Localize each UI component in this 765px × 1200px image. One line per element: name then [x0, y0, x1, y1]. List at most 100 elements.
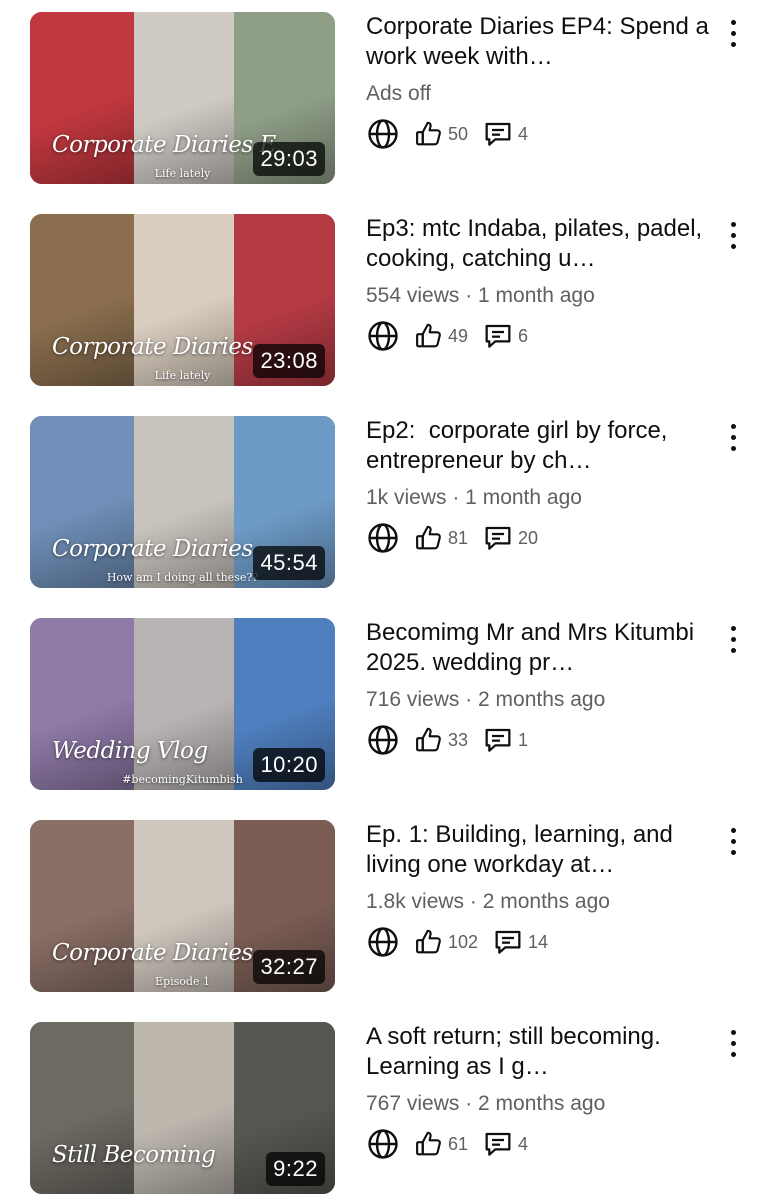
dot [731, 31, 736, 36]
dot [731, 828, 736, 833]
dot [731, 1052, 736, 1057]
more-options-icon[interactable] [722, 622, 746, 656]
thumbnail-panel [30, 214, 134, 386]
video-item[interactable]: Corporate Diaries How am I doing all thes… [0, 416, 765, 591]
dot [731, 1041, 736, 1046]
thumbnail-panel [133, 820, 235, 992]
video-meta: 1k views · 1 month ago [366, 486, 582, 509]
thumbs-up-icon [414, 725, 444, 755]
more-options-icon[interactable] [722, 1026, 746, 1060]
thumbnail-title: Corporate Diaries [52, 334, 253, 360]
video-title[interactable]: Ep. 1: Building, learning, and living on… [366, 820, 711, 880]
duration-badge: 29:03 [253, 142, 325, 176]
like-button[interactable]: 61 [414, 1129, 468, 1159]
thumbnail-panel [133, 618, 235, 790]
like-count: 49 [448, 325, 469, 346]
thumbnail-panel [30, 1022, 134, 1194]
video-meta: 716 views · 2 months ago [366, 688, 606, 711]
video-stats: 33 1 [366, 722, 528, 758]
video-thumbnail[interactable]: Corporate Diaries How am I doing all thes… [30, 416, 335, 588]
thumbnail-panel [30, 820, 134, 992]
dot [731, 626, 736, 631]
dot [731, 446, 736, 451]
dot [731, 20, 736, 25]
dot [731, 42, 736, 47]
like-button[interactable]: 81 [414, 523, 468, 553]
video-thumbnail[interactable]: Corporate Diaries Life lately 23:08 [30, 214, 335, 386]
dot [731, 424, 736, 429]
thumbnail-panel [30, 12, 134, 184]
globe-icon [366, 117, 400, 151]
comments-button[interactable]: 4 [482, 118, 528, 150]
comment-count: 6 [518, 325, 529, 346]
video-stats: 81 20 [366, 520, 538, 556]
globe-icon [366, 521, 400, 555]
video-thumbnail[interactable]: Corporate Diaries E Life lately 29:03 [30, 12, 335, 184]
comments-button[interactable]: 1 [482, 724, 528, 756]
thumbnail-panel [133, 214, 235, 386]
video-item[interactable]: Wedding Vlog #becomingKitumbish 10:20 Becom… [0, 618, 765, 793]
globe-icon [366, 723, 400, 757]
video-item[interactable]: Still Becoming 9:22 A soft return; still b… [0, 1022, 765, 1197]
comments-button[interactable]: 14 [492, 926, 548, 958]
like-count: 50 [448, 123, 469, 144]
video-meta: 554 views · 1 month ago [366, 284, 595, 307]
duration-badge: 45:54 [253, 546, 325, 580]
like-count: 33 [448, 729, 469, 750]
like-count: 81 [448, 527, 469, 548]
video-title[interactable]: Becomimg Mr and Mrs Kitumbi 2025. weddin… [366, 618, 711, 678]
video-title[interactable]: Ep3: mtc Indaba, pilates, padel, cooking… [366, 214, 711, 274]
video-thumbnail[interactable]: Still Becoming 9:22 [30, 1022, 335, 1194]
video-meta: Ads off [366, 82, 431, 105]
dot [731, 244, 736, 249]
video-item[interactable]: Corporate Diaries Episode 1 32:27 Ep. 1: Bu… [0, 820, 765, 995]
comment-count: 4 [518, 123, 529, 144]
video-item[interactable]: Corporate Diaries Life lately 23:08 Ep3: mt… [0, 214, 765, 389]
comment-count: 1 [518, 729, 529, 750]
dot [731, 637, 736, 642]
video-meta: 1.8k views · 2 months ago [366, 890, 610, 913]
thumbs-up-icon [414, 927, 444, 957]
more-options-icon[interactable] [722, 218, 746, 252]
thumbs-up-icon [414, 1129, 444, 1159]
like-button[interactable]: 49 [414, 321, 468, 351]
comment-icon [482, 1128, 514, 1160]
thumbs-up-icon [414, 119, 444, 149]
video-title[interactable]: Ep2: corporate girl by force, entreprene… [366, 416, 711, 476]
like-button[interactable]: 102 [414, 927, 478, 957]
like-count: 61 [448, 1133, 469, 1154]
thumbnail-title: Corporate Diaries [52, 536, 253, 562]
dot [731, 435, 736, 440]
dot [731, 222, 736, 227]
video-title[interactable]: A soft return; still becoming. Learning … [366, 1022, 711, 1082]
thumbs-up-icon [414, 321, 444, 351]
video-stats: 50 4 [366, 116, 528, 152]
dot [731, 233, 736, 238]
thumbnail-panel [133, 416, 235, 588]
thumbnail-title: Still Becoming [52, 1142, 216, 1168]
comments-button[interactable]: 20 [482, 522, 538, 554]
comment-icon [482, 320, 514, 352]
thumbnail-title: Corporate Diaries E [52, 132, 276, 158]
video-thumbnail[interactable]: Corporate Diaries Episode 1 32:27 [30, 820, 335, 992]
more-options-icon[interactable] [722, 420, 746, 454]
video-title[interactable]: Corporate Diaries EP4: Spend a work week… [366, 12, 711, 72]
comment-icon [482, 522, 514, 554]
comments-button[interactable]: 6 [482, 320, 528, 352]
more-options-icon[interactable] [722, 824, 746, 858]
video-meta: 767 views · 2 months ago [366, 1092, 606, 1115]
video-list: Corporate Diaries E Life lately 29:03 Corpo… [0, 0, 765, 1200]
thumbs-up-icon [414, 523, 444, 553]
like-button[interactable]: 50 [414, 119, 468, 149]
more-options-icon[interactable] [722, 16, 746, 50]
thumbnail-panel [30, 416, 134, 588]
thumbnail-title: Corporate Diaries [52, 940, 253, 966]
duration-badge: 32:27 [253, 950, 325, 984]
dot [731, 839, 736, 844]
comment-count: 20 [518, 527, 539, 548]
video-thumbnail[interactable]: Wedding Vlog #becomingKitumbish 10:20 [30, 618, 335, 790]
comments-button[interactable]: 4 [482, 1128, 528, 1160]
like-button[interactable]: 33 [414, 725, 468, 755]
duration-badge: 9:22 [266, 1152, 325, 1186]
video-item[interactable]: Corporate Diaries E Life lately 29:03 Corpo… [0, 12, 765, 187]
